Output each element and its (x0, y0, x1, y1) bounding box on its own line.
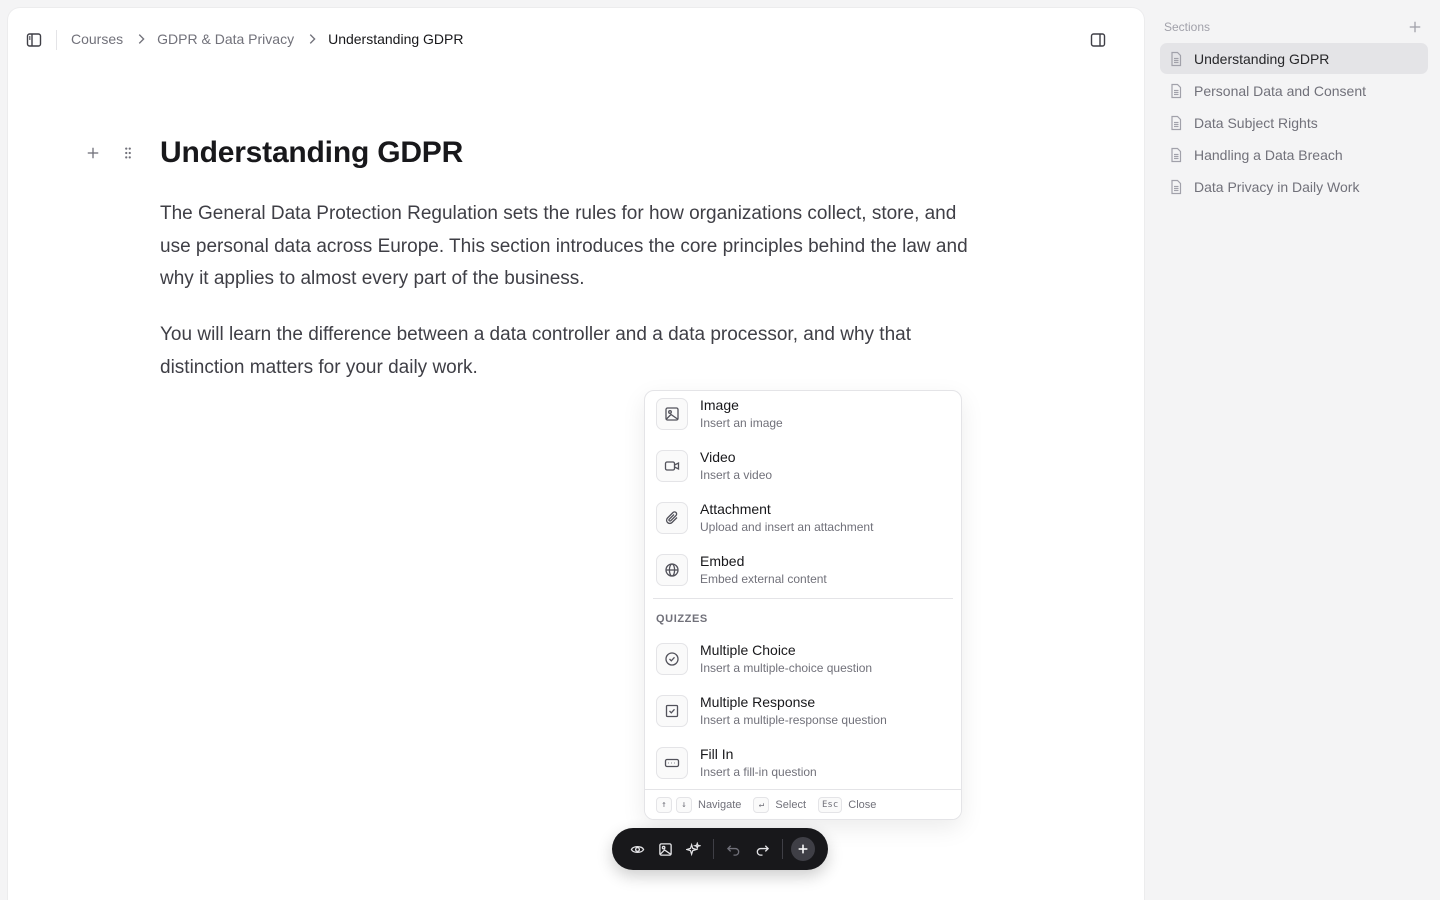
video-icon (656, 450, 688, 482)
menu-divider (653, 598, 953, 599)
toggle-right-sidebar-button[interactable] (1086, 28, 1110, 52)
menu-footer: ↑ ↓ Navigate ↵ Select Esc Close (645, 789, 961, 819)
menu-item-description: Insert an image (700, 416, 783, 430)
sidebar-item-understanding-gdpr[interactable]: Understanding GDPR (1160, 43, 1428, 74)
select-hint: Select (775, 798, 806, 811)
menu-item-video[interactable]: Video Insert a video (645, 445, 961, 493)
navigate-hint: Navigate (698, 798, 742, 811)
menu-item-description: Upload and insert an attachment (700, 520, 874, 534)
close-hint: Close (848, 798, 877, 811)
square-check-icon (656, 695, 688, 727)
undo-button[interactable] (722, 838, 744, 860)
key-esc: Esc (818, 796, 843, 813)
breadcrumb-item-course[interactable]: GDPR & Data Privacy (157, 31, 294, 47)
key-up: ↑ (656, 796, 672, 813)
menu-item-multiple-response[interactable]: Multiple Response Insert a multiple-resp… (645, 690, 961, 738)
menu-item-description: Embed external content (700, 572, 827, 586)
image-icon (658, 842, 672, 856)
menu-item-title: Attachment (700, 501, 771, 517)
redo-icon (756, 844, 769, 856)
preview-button[interactable] (626, 838, 648, 860)
toggle-left-sidebar-button[interactable] (22, 28, 46, 52)
breadcrumb-item-courses[interactable]: Courses (71, 31, 123, 47)
sidebar-item-label: Data Privacy in Daily Work (1194, 178, 1360, 195)
menu-group-label-quizzes: QUIZZES (656, 613, 708, 625)
sidebar-right-icon (1090, 33, 1106, 47)
eye-icon (630, 845, 644, 853)
chevron-right-icon (138, 34, 145, 44)
sections-sidebar: Sections Understanding GDPR Personal Dat… (1152, 0, 1440, 900)
plus-icon (1409, 21, 1421, 33)
document-icon (1168, 51, 1184, 67)
sidebar-left-icon (26, 33, 42, 47)
top-bar: Courses GDPR & Data Privacy Understandin… (8, 8, 1144, 72)
drag-handle[interactable] (117, 142, 139, 164)
menu-item-embed[interactable]: Embed Embed external content (645, 549, 961, 597)
sidebar-item-data-privacy-in-daily-work[interactable]: Data Privacy in Daily Work (1160, 171, 1428, 202)
grip-vertical-icon (125, 147, 131, 159)
menu-item-title: Image (700, 397, 739, 413)
ai-sparkles-button[interactable] (682, 838, 704, 860)
menu-item-title: Multiple Choice (700, 642, 796, 658)
sidebar-item-label: Data Subject Rights (1194, 114, 1318, 131)
menu-item-description: Insert a multiple-choice question (700, 661, 873, 675)
sparkles-icon (685, 841, 701, 856)
key-enter: ↵ (753, 796, 770, 813)
document-icon (1168, 179, 1184, 195)
add-block-button[interactable] (82, 142, 104, 164)
menu-item-description: Insert a fill-in question (700, 765, 817, 779)
menu-item-title: Embed (700, 553, 745, 569)
topbar-divider (56, 30, 57, 50)
sidebar-item-personal-data-and-consent[interactable]: Personal Data and Consent (1160, 75, 1428, 106)
breadcrumb-current: Understanding GDPR (328, 31, 464, 47)
sidebar-item-data-subject-rights[interactable]: Data Subject Rights (1160, 107, 1428, 138)
document-title[interactable]: Understanding GDPR (160, 136, 463, 170)
insert-block-menu: Image Insert an image Video Insert a vid… (644, 390, 962, 820)
globe-icon (656, 554, 688, 586)
sidebar-item-label: Handling a Data Breach (1194, 146, 1343, 163)
document-icon (1168, 115, 1184, 131)
menu-item-fill-in[interactable]: Fill In Insert a fill-in question (645, 742, 961, 790)
sidebar-item-label: Understanding GDPR (1194, 50, 1330, 67)
toolbar-divider (782, 839, 783, 859)
sidebar-header: Sections (1164, 20, 1211, 34)
insert-block-button[interactable] (791, 837, 815, 861)
image-icon (656, 398, 688, 430)
menu-item-multiple-choice[interactable]: Multiple Choice Insert a multiple-choice… (645, 638, 961, 686)
add-section-button[interactable] (1406, 18, 1424, 36)
insert-image-button[interactable] (654, 838, 676, 860)
menu-item-image[interactable]: Image Insert an image (645, 393, 961, 441)
redo-button[interactable] (751, 838, 773, 860)
toolbar-divider (713, 839, 714, 859)
sidebar-item-label: Personal Data and Consent (1194, 82, 1366, 99)
circle-check-icon (656, 643, 688, 675)
text-input-icon (656, 747, 688, 779)
paperclip-icon (656, 502, 688, 534)
paragraph-2[interactable]: You will learn the difference between a … (160, 319, 990, 384)
plus-icon (87, 147, 99, 159)
menu-item-title: Fill In (700, 746, 734, 762)
document-icon (1168, 147, 1184, 163)
menu-item-title: Video (700, 449, 736, 465)
menu-item-description: Insert a video (700, 468, 773, 482)
menu-item-description: Insert a multiple-response question (700, 713, 887, 727)
sidebar-item-handling-a-data-breach[interactable]: Handling a Data Breach (1160, 139, 1428, 170)
document-icon (1168, 83, 1184, 99)
menu-item-title: Multiple Response (700, 694, 816, 710)
key-down: ↓ (676, 796, 692, 813)
chevron-right-icon (309, 34, 316, 44)
undo-icon (726, 844, 739, 856)
menu-item-attachment[interactable]: Attachment Upload and insert an attachme… (645, 497, 961, 545)
editor-panel: Courses GDPR & Data Privacy Understandin… (8, 8, 1144, 900)
floating-toolbar (612, 828, 828, 870)
plus-icon (798, 844, 808, 854)
breadcrumb: Courses GDPR & Data Privacy Understandin… (71, 31, 463, 47)
paragraph-1[interactable]: The General Data Protection Regulation s… (160, 198, 990, 296)
